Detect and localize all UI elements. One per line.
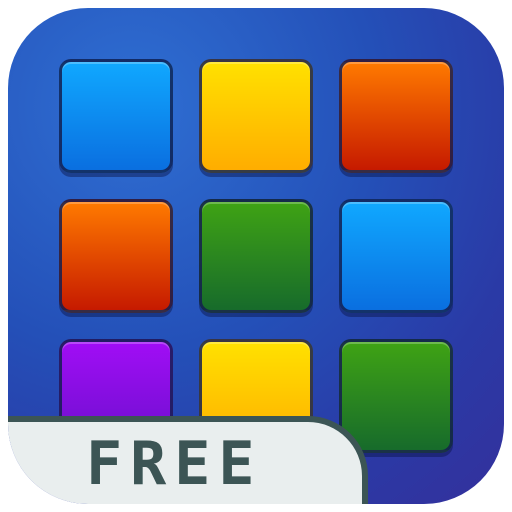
tile-r2c3 [339,199,453,313]
tile-r1c1 [59,59,173,173]
free-label: FREE [86,429,263,499]
free-banner: FREE [8,416,368,504]
tile-r1c2 [199,59,313,173]
tile-r1c3 [339,59,453,173]
tile-r2c2 [199,199,313,313]
tile-r3c3 [339,339,453,453]
tile-r2c1 [59,199,173,313]
app-icon[interactable]: FREE [8,8,504,504]
